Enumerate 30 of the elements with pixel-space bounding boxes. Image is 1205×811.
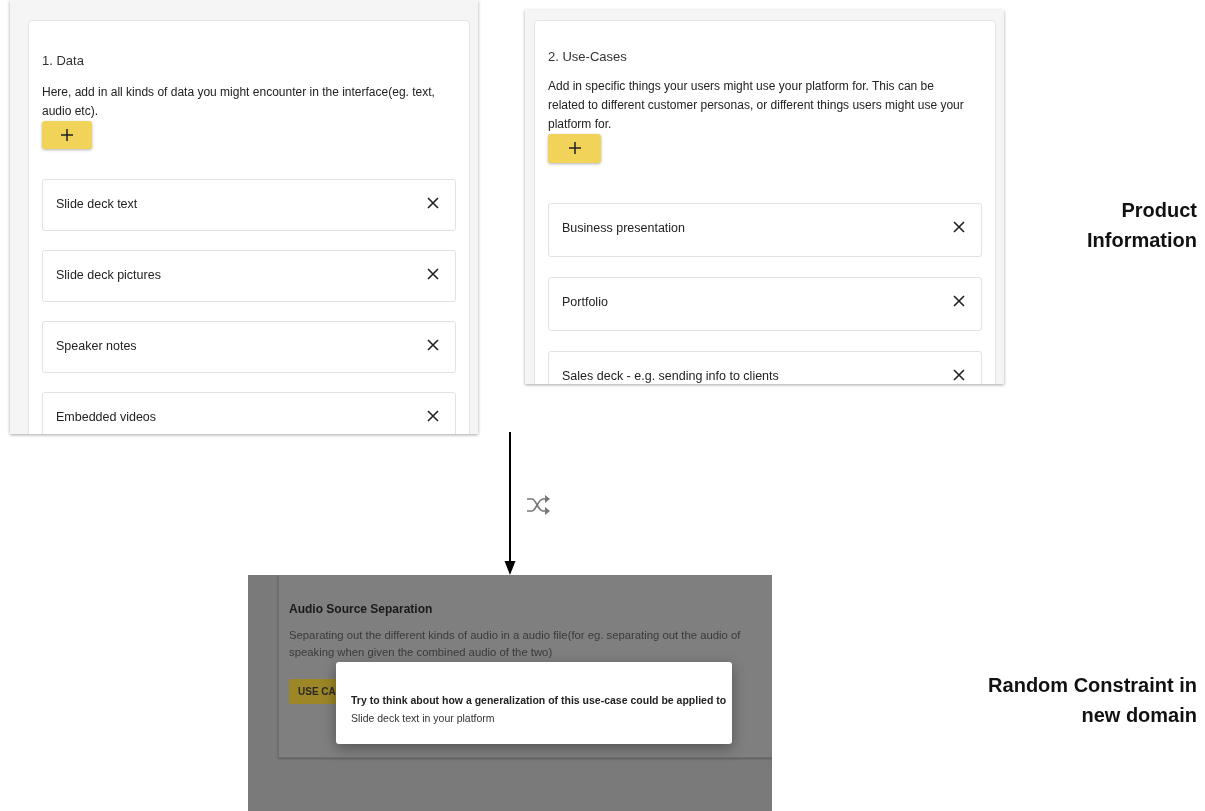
item-label: Slide deck pictures bbox=[56, 266, 161, 284]
plus-icon bbox=[61, 128, 73, 141]
item-label: Slide deck text bbox=[56, 195, 138, 213]
close-icon[interactable] bbox=[953, 294, 965, 307]
item-label: Speaker notes bbox=[56, 337, 137, 355]
item-label: Sales deck - e.g. sending info to clients bbox=[562, 367, 779, 384]
add-button[interactable] bbox=[548, 133, 601, 163]
close-icon[interactable] bbox=[953, 220, 965, 233]
section-label: Product Information bbox=[1086, 198, 1197, 253]
shuffle-icon bbox=[526, 495, 551, 515]
close-icon[interactable] bbox=[427, 196, 439, 209]
card-title: Audio Source Separation bbox=[289, 601, 434, 618]
close-icon[interactable] bbox=[427, 267, 439, 280]
section-heading: 2. Use-Cases bbox=[548, 48, 628, 66]
item-label: Portfolio bbox=[562, 293, 608, 311]
dialog-text: Slide deck text in your platform bbox=[351, 710, 496, 726]
section-heading: 1. Data bbox=[42, 52, 85, 70]
close-icon[interactable] bbox=[953, 368, 965, 381]
dialog-title: Try to think about how a generalization of this use-case could be applied to bbox=[351, 693, 728, 708]
section-description: Here, add in all kinds of data you might encounter in the interface(eg. text, audio etc). bbox=[42, 83, 436, 120]
add-button[interactable] bbox=[42, 120, 92, 149]
section-label: Random Constraint in new domain bbox=[987, 673, 1197, 728]
close-icon[interactable] bbox=[427, 338, 439, 351]
plus-icon bbox=[568, 142, 581, 154]
close-icon[interactable] bbox=[427, 409, 439, 422]
card-description: Separating out the different kinds of audio in a audio file(for eg. separating out the audio of bbox=[289, 628, 742, 643]
item-label: Embedded videos bbox=[56, 408, 157, 426]
item-label: Business presentation bbox=[562, 219, 685, 237]
card-description: speaking when given the combined audio of the two) bbox=[289, 645, 554, 660]
section-description: Add in specific things your users might use your platform for. This can be related to different customer personas, or different things users might use your platform for. bbox=[548, 77, 965, 133]
